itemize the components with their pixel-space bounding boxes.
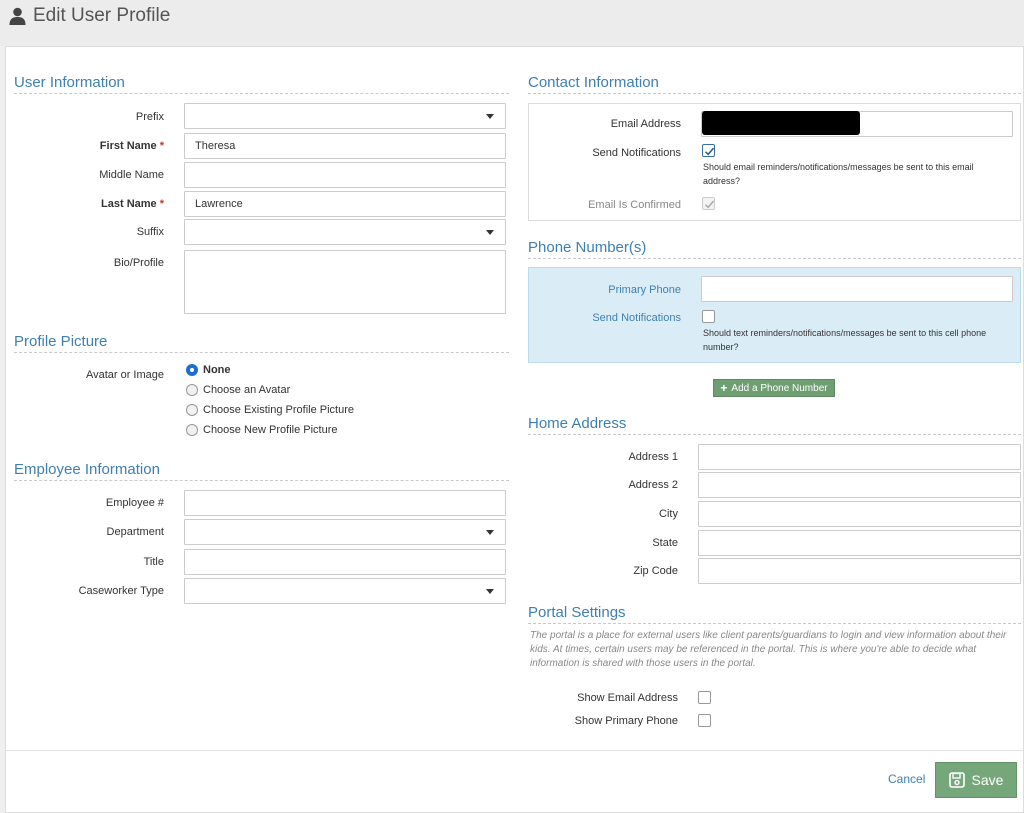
radio-label: Choose an Avatar — [203, 384, 291, 396]
checkmark-icon — [704, 147, 715, 156]
email-notifications-checkbox[interactable] — [702, 144, 715, 157]
last-name-label: Last Name * — [101, 198, 164, 210]
required-asterisk: * — [159, 198, 164, 210]
title-label: Title — [143, 556, 164, 568]
phone-send-notifications-label: Send Notifications — [592, 312, 681, 324]
footer-divider — [6, 750, 1023, 751]
portal-settings-heading: Portal Settings — [528, 604, 1021, 624]
plus-icon: + — [720, 381, 728, 395]
cancel-link[interactable]: Cancel — [888, 772, 925, 786]
zip-code-label: Zip Code — [633, 565, 678, 577]
user-information-heading: User Information — [14, 74, 509, 94]
phone-notifications-checkbox[interactable] — [702, 310, 715, 323]
email-notifications-help: Should email reminders/notifications/mes… — [703, 162, 974, 186]
prefix-select[interactable] — [184, 103, 506, 129]
city-label: City — [659, 508, 678, 520]
add-phone-number-label: Add a Phone Number — [731, 382, 828, 394]
middle-name-label: Middle Name — [99, 169, 164, 181]
email-address-label: Email Address — [610, 118, 681, 130]
bio-textarea[interactable] — [184, 250, 506, 314]
suffix-select[interactable] — [184, 219, 506, 245]
caseworker-type-select[interactable] — [184, 578, 506, 604]
phone-notifications-help: Should text reminders/notifications/mess… — [703, 328, 987, 352]
first-name-input[interactable] — [184, 133, 506, 159]
edit-profile-form: User Information Prefix First Name * Mid… — [5, 46, 1024, 813]
phone-numbers-heading: Phone Number(s) — [528, 239, 1021, 259]
chevron-down-icon — [486, 114, 494, 119]
checkmark-icon — [704, 200, 715, 209]
redacted-email — [702, 111, 860, 135]
primary-phone-input[interactable] — [701, 276, 1013, 302]
employee-number-label: Employee # — [105, 497, 164, 509]
show-email-label: Show Email Address — [577, 692, 678, 704]
address2-input[interactable] — [698, 472, 1021, 498]
radio-button[interactable] — [186, 424, 198, 436]
email-confirmed-label: Email Is Confirmed — [588, 199, 681, 211]
state-label: State — [652, 537, 678, 549]
city-input[interactable] — [698, 501, 1021, 527]
add-phone-number-button[interactable]: + Add a Phone Number — [713, 379, 835, 397]
radio-label: None — [203, 364, 231, 376]
employee-information-heading: Employee Information — [14, 461, 509, 481]
address2-label: Address 2 — [628, 479, 678, 491]
chevron-down-icon — [486, 530, 494, 535]
save-label: Save — [971, 772, 1004, 788]
bio-label: Bio/Profile — [113, 257, 164, 269]
prefix-label: Prefix — [135, 111, 164, 123]
email-confirmed-checkbox — [702, 197, 715, 210]
avatar-label: Avatar or Image — [85, 369, 164, 381]
radio-choose-avatar[interactable]: Choose an Avatar — [186, 383, 290, 397]
floppy-disk-icon — [948, 772, 965, 788]
middle-name-input[interactable] — [184, 162, 506, 188]
radio-button[interactable] — [186, 364, 198, 376]
show-email-checkbox[interactable] — [698, 691, 711, 704]
radio-label: Choose New Profile Picture — [203, 424, 338, 436]
radio-label: Choose Existing Profile Picture — [203, 404, 355, 416]
radio-none[interactable]: None — [186, 363, 231, 377]
address1-label: Address 1 — [628, 451, 678, 463]
profile-picture-heading: Profile Picture — [14, 333, 509, 353]
radio-new-picture[interactable]: Choose New Profile Picture — [186, 423, 338, 437]
state-input[interactable] — [698, 530, 1021, 556]
chevron-down-icon — [486, 589, 494, 594]
department-select[interactable] — [184, 519, 506, 545]
employee-number-input[interactable] — [184, 490, 506, 516]
caseworker-type-label: Caseworker Type — [78, 585, 164, 597]
show-phone-checkbox[interactable] — [698, 714, 711, 727]
portal-description: The portal is a place for external users… — [530, 630, 1007, 669]
title-input[interactable] — [184, 549, 506, 575]
address1-input[interactable] — [698, 444, 1021, 470]
zip-code-input[interactable] — [698, 558, 1021, 584]
primary-phone-label: Primary Phone — [608, 284, 681, 296]
contact-information-heading: Contact Information — [528, 74, 1021, 94]
required-asterisk: * — [159, 140, 164, 152]
last-name-input[interactable] — [184, 191, 506, 217]
page-header: Edit User Profile — [0, 0, 1024, 46]
page-title: Edit User Profile — [33, 5, 171, 26]
radio-button[interactable] — [186, 384, 198, 396]
user-icon — [9, 7, 26, 28]
send-notifications-label: Send Notifications — [592, 147, 681, 159]
department-label: Department — [106, 526, 164, 538]
radio-existing-picture[interactable]: Choose Existing Profile Picture — [186, 403, 354, 417]
show-phone-label: Show Primary Phone — [574, 715, 678, 727]
first-name-label: First Name * — [99, 140, 164, 152]
home-address-heading: Home Address — [528, 415, 1021, 435]
chevron-down-icon — [486, 230, 494, 235]
radio-button[interactable] — [186, 404, 198, 416]
suffix-label: Suffix — [136, 226, 164, 238]
save-button[interactable]: Save — [935, 762, 1017, 798]
